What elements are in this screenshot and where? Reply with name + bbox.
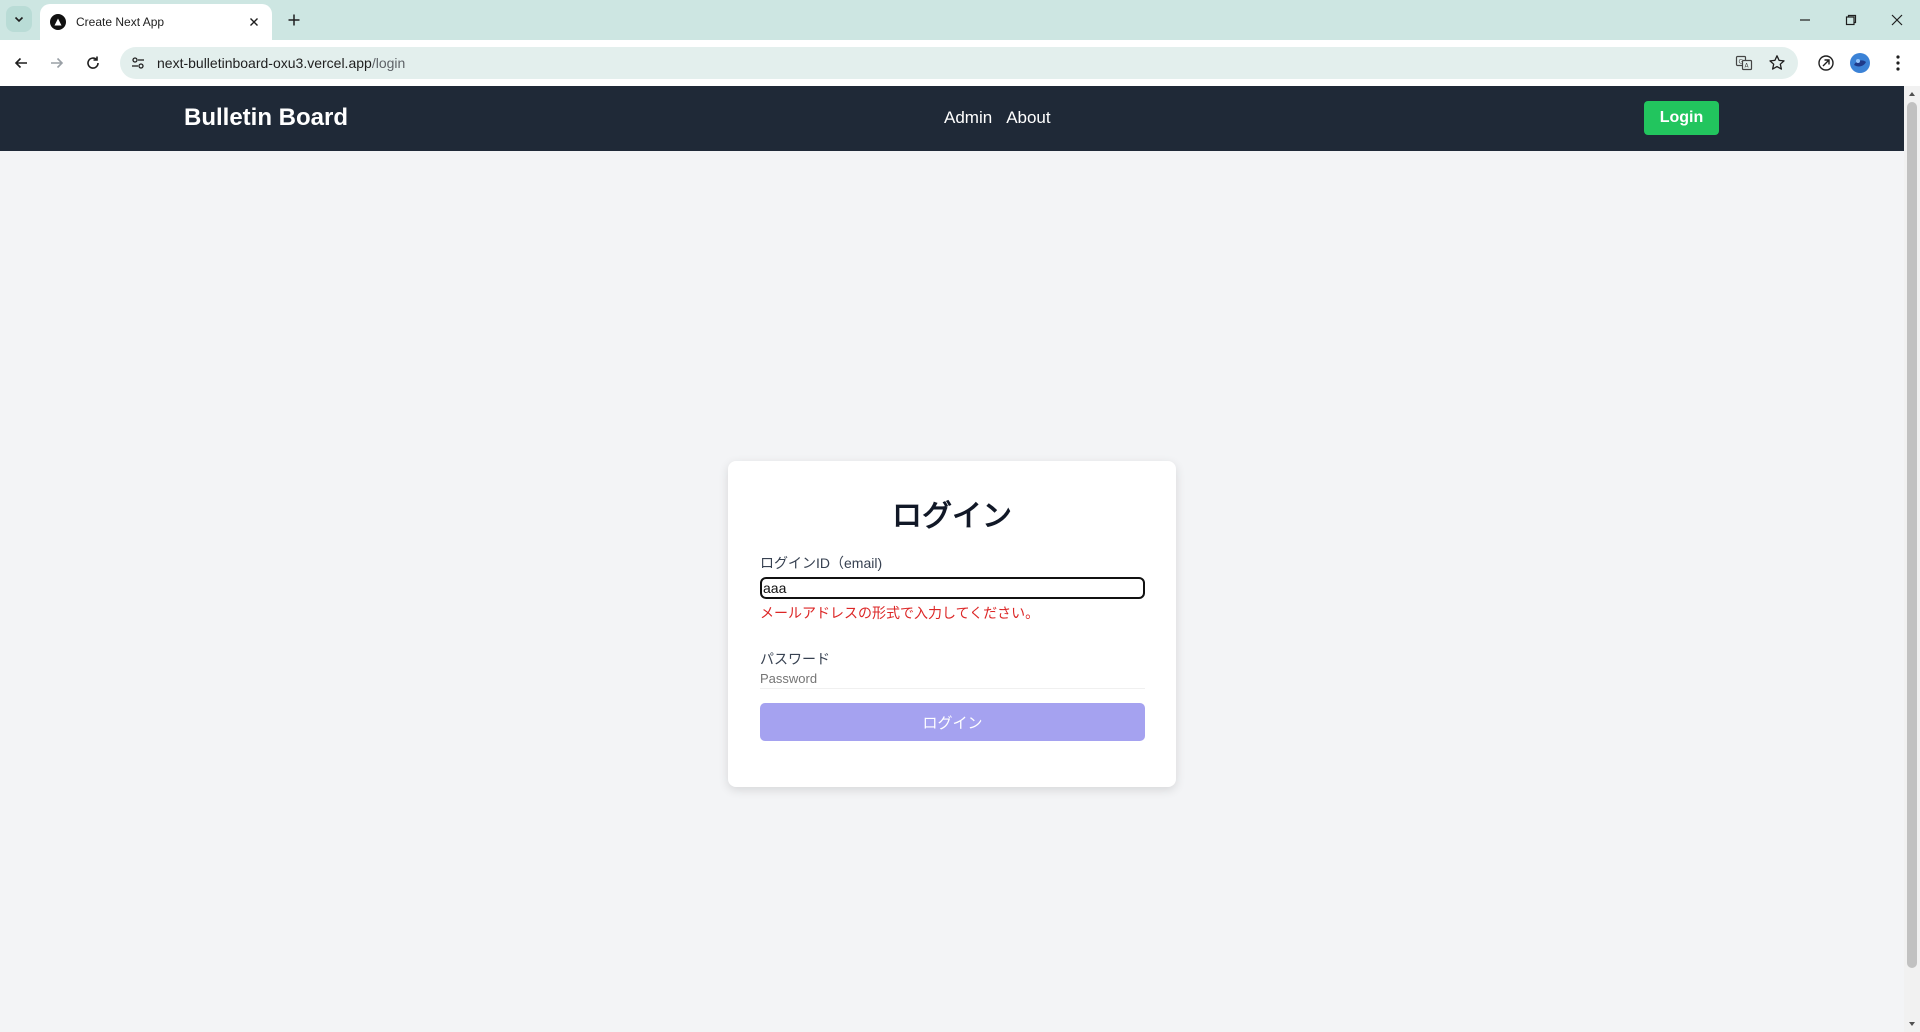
close-window-button[interactable] xyxy=(1874,0,1920,40)
url-host: next-bulletinboard-oxu3.vercel.app xyxy=(157,55,372,71)
url-path: /login xyxy=(371,55,406,71)
page-scrollbar[interactable] xyxy=(1904,86,1920,1032)
back-button[interactable] xyxy=(8,50,34,76)
login-submit-button[interactable]: ログイン xyxy=(760,703,1145,741)
scroll-up-arrow-icon[interactable] xyxy=(1908,90,1916,98)
site-brand-link[interactable]: Bulletin Board xyxy=(184,104,348,132)
close-icon xyxy=(1891,14,1903,26)
new-tab-button[interactable] xyxy=(282,8,306,32)
tab-search-button[interactable] xyxy=(6,6,32,32)
extension-icon[interactable] xyxy=(1815,52,1837,74)
email-error-message: メールアドレスの形式で入力してください。 xyxy=(760,605,1040,621)
translate-icon[interactable]: GA xyxy=(1735,54,1753,72)
site-nav: Admin About xyxy=(944,108,1051,128)
browser-tabstrip: Create Next App xyxy=(0,0,1920,40)
header-login-button[interactable]: Login xyxy=(1644,101,1719,135)
password-field[interactable] xyxy=(760,669,1145,689)
login-title: ログイン xyxy=(892,500,1012,533)
reload-icon xyxy=(87,56,99,69)
browser-toolbar: next-bulletinboard-oxu3.vercel.app/login… xyxy=(0,40,1920,86)
tab-close-icon[interactable] xyxy=(246,14,262,30)
restore-button[interactable] xyxy=(1828,0,1874,40)
forward-button[interactable] xyxy=(44,50,70,76)
tab-title: Create Next App xyxy=(76,15,165,29)
bookmark-star-icon[interactable] xyxy=(1768,54,1786,72)
minimize-button[interactable] xyxy=(1782,0,1828,40)
svg-text:G: G xyxy=(1739,59,1744,66)
address-bar[interactable]: next-bulletinboard-oxu3.vercel.app/login… xyxy=(120,47,1798,79)
plus-icon xyxy=(288,14,300,26)
login-card: ログイン ログインID（email) メールアドレスの形式で入力してください。 … xyxy=(728,461,1176,787)
nav-link-admin[interactable]: Admin xyxy=(944,108,992,128)
nextjs-favicon-icon xyxy=(50,14,66,30)
url-text: next-bulletinboard-oxu3.vercel.app/login xyxy=(157,55,405,71)
reload-button[interactable] xyxy=(80,50,106,76)
arrow-right-icon xyxy=(51,57,64,69)
page-viewport: Bulletin Board Admin About Login ログイン ログ… xyxy=(0,86,1904,1032)
site-info-icon[interactable] xyxy=(130,55,146,71)
scroll-down-arrow-icon[interactable] xyxy=(1908,1020,1916,1028)
scrollbar-thumb[interactable] xyxy=(1907,102,1917,968)
site-header: Bulletin Board Admin About Login xyxy=(0,86,1904,151)
nav-link-about[interactable]: About xyxy=(1006,108,1050,128)
browser-menu-icon[interactable] xyxy=(1887,52,1909,74)
minimize-icon xyxy=(1800,19,1810,21)
profile-avatar-icon[interactable] xyxy=(1849,52,1871,74)
arrow-left-icon xyxy=(14,57,27,69)
restore-icon xyxy=(1845,14,1857,26)
password-label: パスワード xyxy=(760,651,830,667)
chevron-down-icon xyxy=(14,16,24,23)
email-label: ログインID（email) xyxy=(760,555,883,571)
email-field[interactable] xyxy=(760,577,1145,599)
browser-tab-active[interactable]: Create Next App xyxy=(40,4,272,40)
